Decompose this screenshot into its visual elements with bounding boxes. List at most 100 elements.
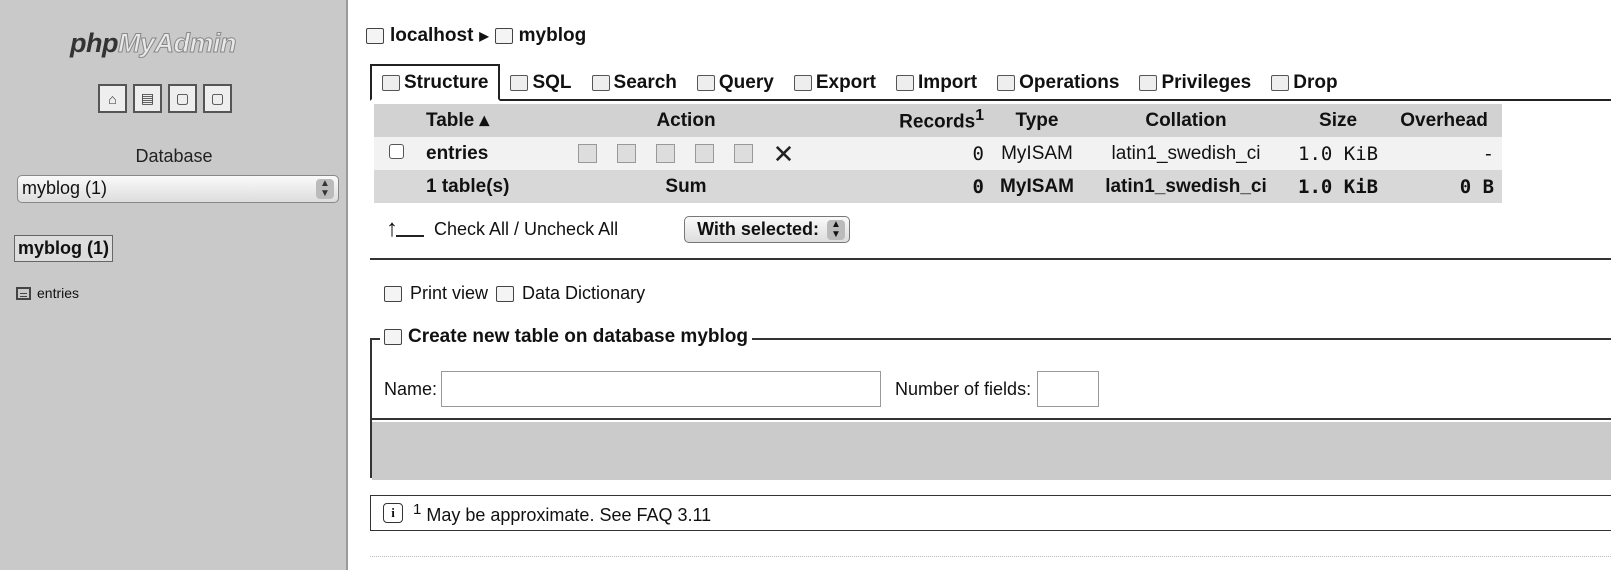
search-icon bbox=[591, 75, 610, 91]
drop-icon bbox=[1271, 75, 1290, 91]
tab-query[interactable]: Query bbox=[687, 66, 784, 99]
create-table-footer bbox=[372, 422, 1611, 480]
records-footnote-marker: 1 bbox=[975, 107, 984, 125]
sum-label: Sum bbox=[530, 170, 842, 203]
row-checkbox[interactable] bbox=[388, 143, 404, 159]
sum-size: 1.0 KiB bbox=[1290, 170, 1387, 203]
row-collation: latin1_swedish_ci bbox=[1082, 137, 1290, 170]
row-actions: ✕ bbox=[530, 137, 842, 170]
sum-empty-cell bbox=[374, 170, 418, 203]
home-icon[interactable]: ⌂ bbox=[98, 84, 127, 113]
row-records: 0 bbox=[842, 137, 992, 170]
search-icon[interactable] bbox=[655, 144, 675, 163]
database-select-value: myblog (1) bbox=[22, 178, 108, 198]
table-sum-row: 1 table(s) Sum 0 MyISAM latin1_swedish_c… bbox=[374, 170, 1503, 203]
data-dictionary-link[interactable]: Data Dictionary bbox=[522, 283, 645, 304]
sum-table-count: 1 table(s) bbox=[418, 170, 530, 203]
row-overhead: - bbox=[1386, 137, 1503, 170]
left-frame: phpMyAdmin ⌂ ▤ ▢ ▢ Database myblog (1) ▲… bbox=[0, 0, 348, 570]
row-checkbox-cell bbox=[374, 137, 418, 170]
select-arrows-icon: ▲ ▼ bbox=[316, 179, 334, 199]
name-label: Name: bbox=[384, 378, 438, 399]
row-size[interactable]: 1.0 KiB bbox=[1290, 137, 1387, 170]
tab-export[interactable]: Export bbox=[784, 66, 886, 99]
header-size: Size bbox=[1290, 104, 1387, 137]
table-row: entries ✕ 0 MyISAM latin1_swedish_ci 1.0… bbox=[374, 137, 1503, 170]
create-table-form-row: Name: Number of fields: bbox=[372, 360, 1611, 420]
tab-label: Privileges bbox=[1161, 72, 1252, 93]
footnote-text: 1 May be approximate. See FAQ 3.11 bbox=[413, 501, 711, 526]
help-icon[interactable]: ▢ bbox=[203, 84, 232, 113]
breadcrumb-server[interactable]: localhost bbox=[390, 25, 473, 47]
tab-structure[interactable]: Structure bbox=[370, 64, 501, 101]
breadcrumb-database[interactable]: myblog bbox=[519, 25, 587, 47]
sql-query-icon[interactable]: ▤ bbox=[133, 84, 162, 113]
tab-import[interactable]: Import bbox=[886, 66, 987, 99]
tab-label: Export bbox=[815, 72, 877, 93]
sql-icon bbox=[510, 75, 529, 91]
phpmyadmin-logo[interactable]: phpMyAdmin bbox=[70, 28, 290, 59]
drop-icon[interactable]: ✕ bbox=[773, 141, 795, 167]
export-icon bbox=[793, 75, 812, 91]
footnote-marker: 1 bbox=[413, 500, 422, 518]
sum-overhead: 0 B bbox=[1386, 170, 1503, 203]
info-icon: i bbox=[383, 503, 403, 523]
footnote-body: May be approximate. See FAQ 3.11 bbox=[426, 504, 712, 525]
insert-icon[interactable] bbox=[694, 144, 714, 163]
import-icon bbox=[896, 75, 915, 91]
empty-icon[interactable] bbox=[733, 144, 753, 163]
structure-icon[interactable] bbox=[616, 144, 636, 163]
breadcrumb-separator-icon: ▶ bbox=[479, 29, 489, 43]
tab-label: Operations bbox=[1019, 72, 1120, 93]
create-table-legend-text: Create new table on database myblog bbox=[408, 326, 748, 347]
bottom-divider bbox=[370, 556, 1611, 557]
row-table-name[interactable]: entries bbox=[418, 137, 530, 170]
tab-operations[interactable]: Operations bbox=[987, 66, 1129, 99]
browse-icon[interactable] bbox=[577, 144, 597, 163]
operations-icon bbox=[997, 75, 1016, 91]
table-icon bbox=[16, 286, 31, 300]
print-icon bbox=[384, 285, 402, 302]
logo-php-text: php bbox=[70, 28, 118, 58]
print-links: Print view Data Dictionary bbox=[384, 283, 645, 304]
header-overhead: Overhead bbox=[1386, 104, 1503, 137]
tab-sql[interactable]: SQL bbox=[500, 66, 581, 99]
select-arrows-icon: ▲ ▼ bbox=[826, 219, 845, 240]
query-icon bbox=[696, 75, 715, 91]
tab-search[interactable]: Search bbox=[582, 66, 687, 99]
header-type: Type bbox=[992, 104, 1082, 137]
tab-label: Search bbox=[613, 72, 677, 93]
docs-icon[interactable]: ▢ bbox=[168, 84, 197, 113]
tab-drop[interactable]: Drop bbox=[1261, 66, 1347, 99]
sidebar-icon-bar: ⌂ ▤ ▢ ▢ bbox=[98, 84, 232, 113]
server-icon bbox=[366, 28, 384, 44]
tab-privileges[interactable]: Privileges bbox=[1129, 66, 1261, 99]
sidebar-table-label: entries bbox=[37, 285, 80, 301]
main-frame: localhost ▶ myblog Structure SQL Search … bbox=[350, 0, 1611, 570]
sum-records: 0 bbox=[842, 170, 992, 203]
check-all-link[interactable]: Check All / Uncheck All bbox=[434, 219, 618, 240]
privileges-icon bbox=[1139, 75, 1158, 91]
tab-label: Drop bbox=[1293, 72, 1338, 93]
header-action: Action bbox=[530, 104, 842, 137]
print-view-link[interactable]: Print view bbox=[410, 283, 488, 304]
header-records: Records1 bbox=[842, 104, 992, 137]
header-table[interactable]: Table ▴ bbox=[418, 104, 530, 137]
with-selected-select[interactable]: With selected: ▲ ▼ bbox=[684, 215, 850, 243]
logo-myadmin-text: MyAdmin bbox=[117, 28, 237, 59]
table-name-input[interactable] bbox=[441, 371, 882, 407]
data-dictionary-icon bbox=[496, 285, 515, 302]
database-heading-link[interactable]: myblog (1) bbox=[14, 235, 114, 262]
number-of-fields-input[interactable] bbox=[1037, 371, 1100, 407]
row-type: MyISAM bbox=[992, 137, 1082, 170]
create-table-legend: Create new table on database myblog bbox=[380, 326, 752, 348]
divider bbox=[370, 258, 1611, 260]
tab-label: Query bbox=[718, 72, 774, 93]
tab-label: Structure bbox=[404, 72, 489, 93]
number-of-fields-label: Number of fields: bbox=[895, 378, 1032, 399]
tab-bar: Structure SQL Search Query Export Import… bbox=[370, 64, 1611, 101]
database-select[interactable]: myblog (1) ▲ ▼ bbox=[17, 175, 339, 203]
create-table-fieldset: Create new table on database myblog Name… bbox=[370, 326, 1611, 480]
sort-asc-icon: ▴ bbox=[479, 110, 490, 131]
sidebar-table-entries[interactable]: entries bbox=[16, 285, 79, 301]
